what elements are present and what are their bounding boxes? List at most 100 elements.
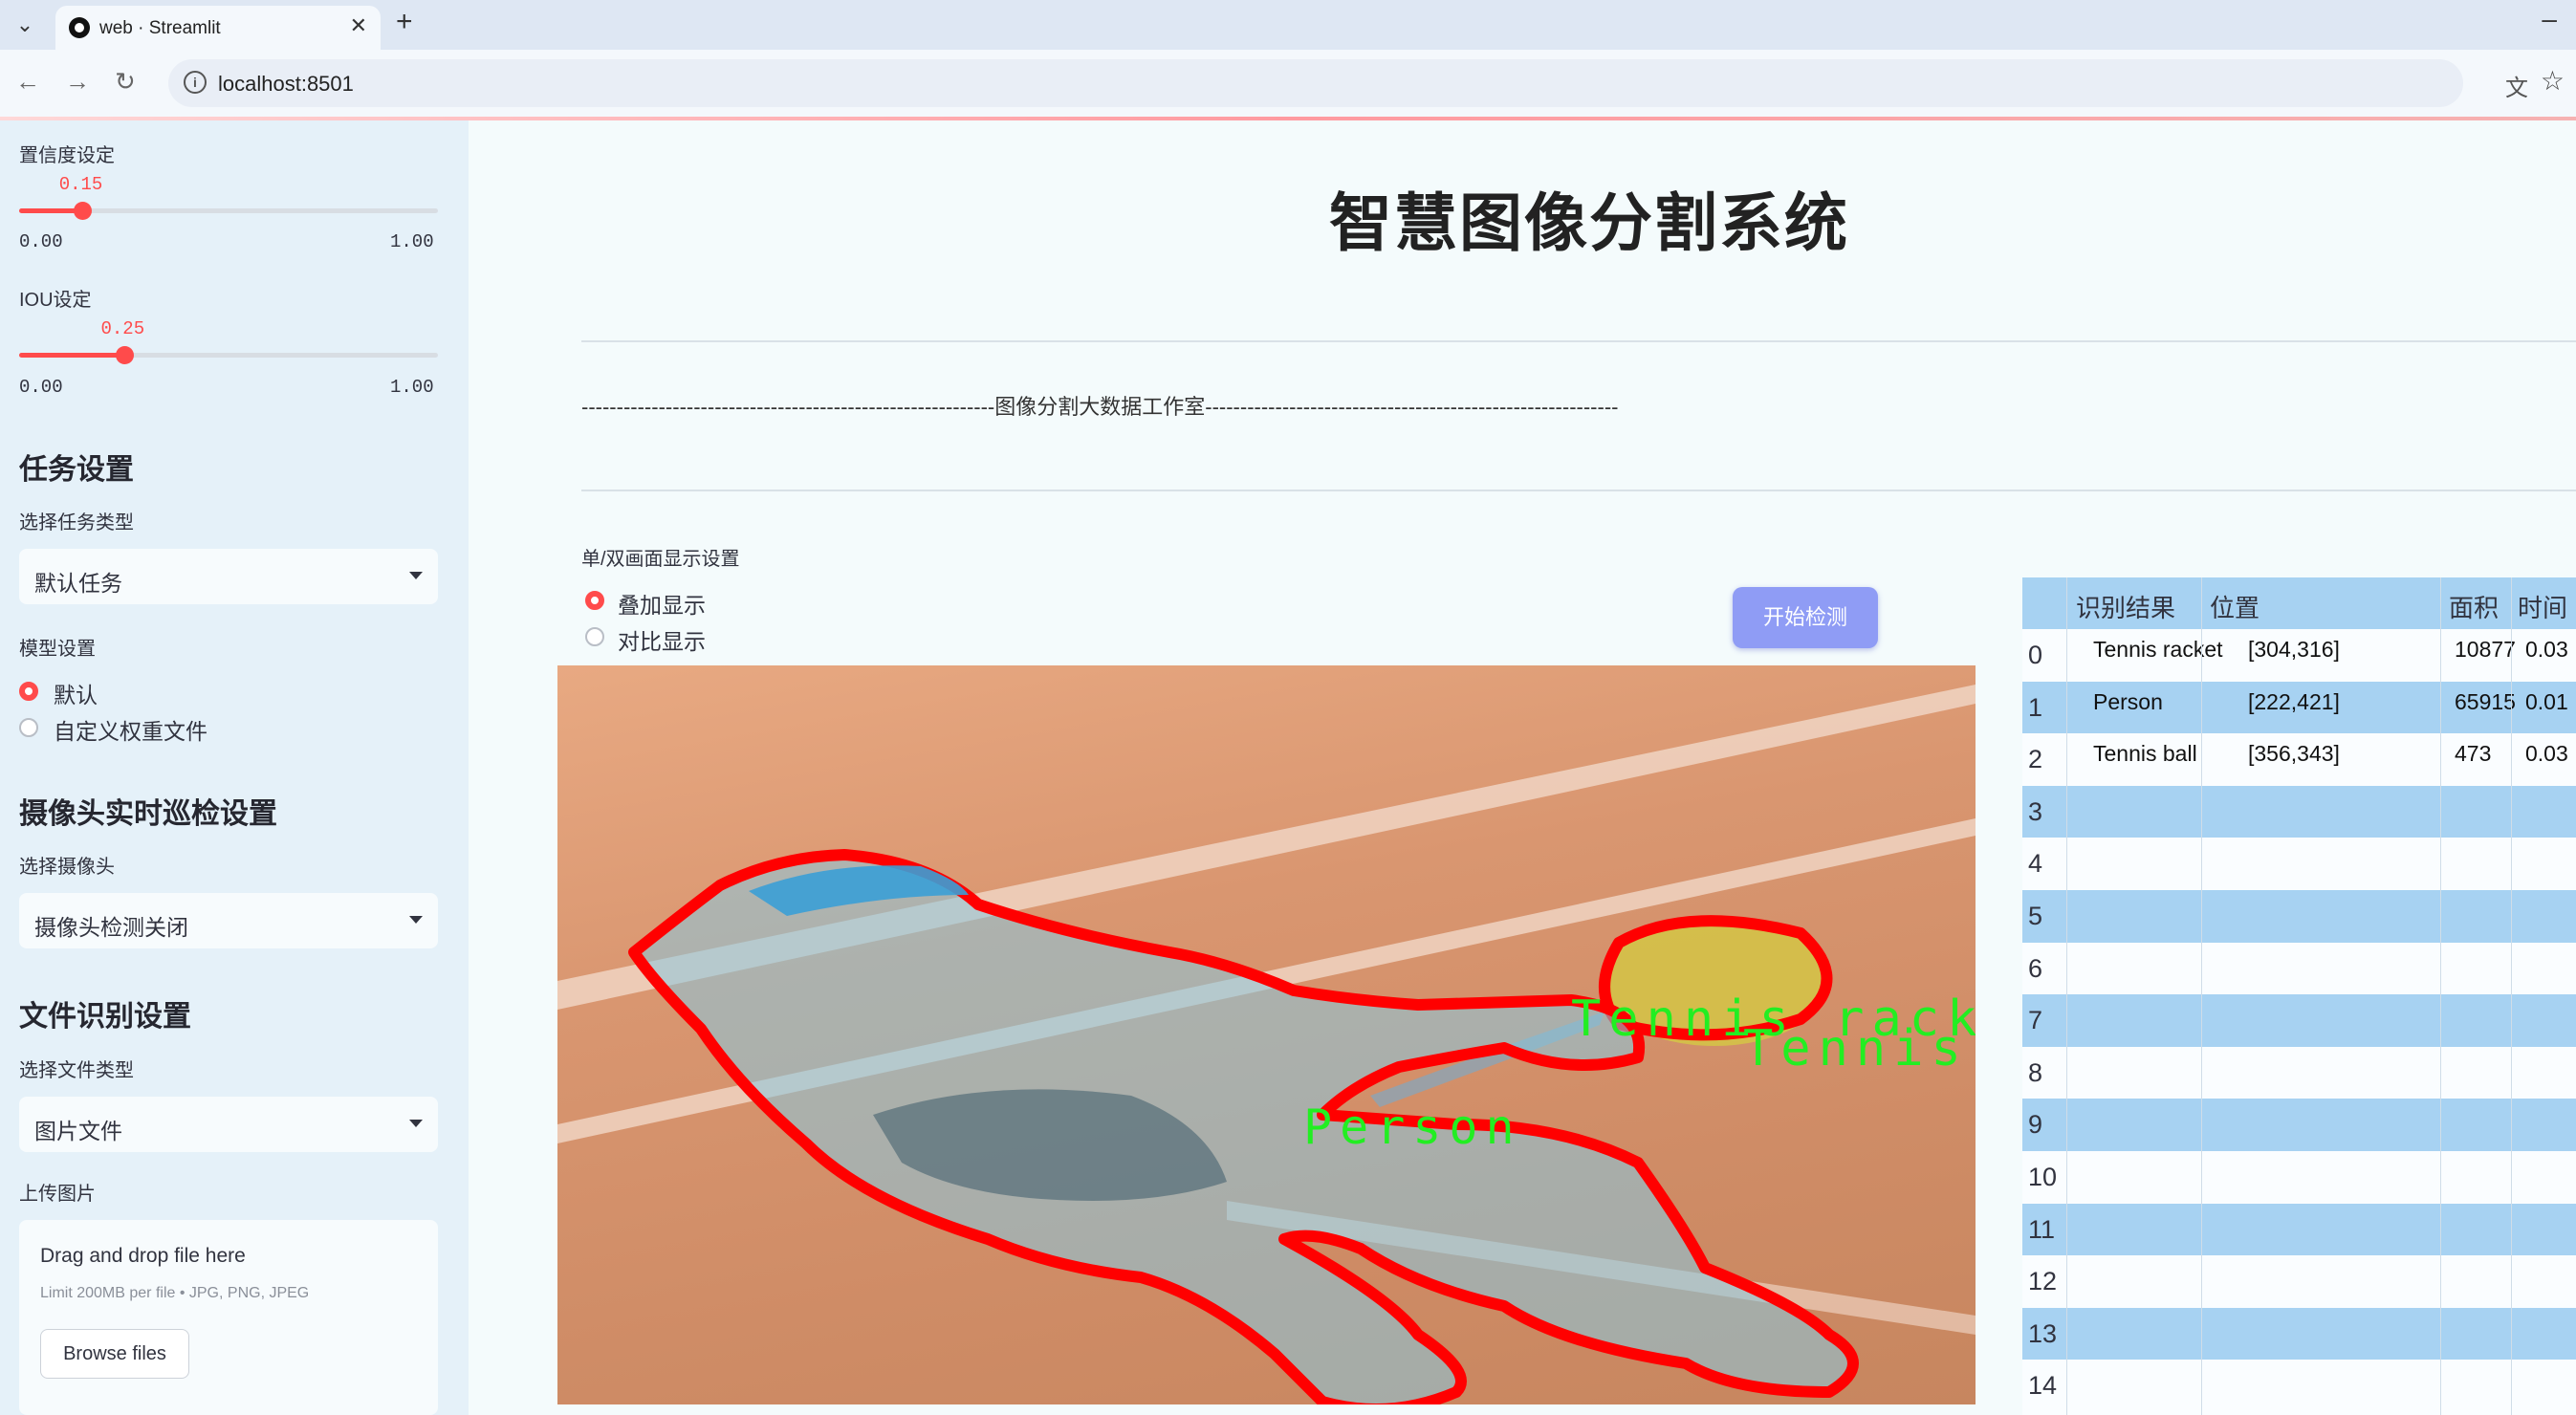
row-index: 5 [2028,902,2043,930]
col-area[interactable]: 面积 [2449,589,2499,624]
col-divider [2066,577,2067,1415]
file-dropzone[interactable]: Drag and drop file here Limit 200MB per … [19,1220,438,1415]
file-section-heading: 文件识别设置 [19,1001,191,1033]
chevron-down-icon [409,916,423,924]
model-label: 模型设置 [19,639,96,660]
divider-bottom [581,490,2576,491]
confidence-slider[interactable] [19,202,438,220]
table-row[interactable]: 5 [2022,890,2576,943]
table-row[interactable]: 8 [2022,1047,2576,1099]
iou-label: IOU设定 [19,290,92,311]
translate-icon[interactable]: 文 [2505,69,2528,102]
start-detection-button[interactable]: 开始检测 [1733,587,1878,648]
browser-tab-bar: ⌄ web · Streamlit ✕ + – [0,0,2576,50]
iou-slider[interactable] [19,346,438,364]
col-divider [2201,577,2202,1415]
col-time[interactable]: 时间 [2518,589,2567,624]
iou-value: 0.25 [100,318,145,339]
segmentation-result-image: Tennis racket Tennis ball Person [557,665,1976,1404]
row-index: 0 [2028,641,2043,669]
table-row[interactable]: 7 [2022,994,2576,1047]
confidence-max: 1.00 [390,231,434,252]
streamlit-favicon-icon [69,17,90,38]
display-option-overlay[interactable]: 叠加显示 [618,587,706,620]
row-index: 11 [2028,1214,2056,1244]
table-row[interactable]: 1 Person [222,421] 65915 0.01 [2022,681,2576,734]
table-row[interactable]: 10 [2022,1151,2576,1204]
row-index: 1 [2028,692,2043,722]
file-type-value: 图片文件 [34,1119,122,1143]
col-position[interactable]: 位置 [2210,589,2259,624]
row-index: 2 [2028,745,2043,774]
chevron-down-icon [409,1120,423,1127]
divider-top [581,340,2576,342]
row-index: 6 [2028,953,2043,983]
results-table[interactable]: 识别结果 位置 面积 时间 0 Tennis racket [304,316] 108… [2022,577,2576,1415]
back-arrow-icon[interactable]: ← [15,67,40,97]
tab-search-chevron-icon[interactable]: ⌄ [10,10,40,40]
cell-time: 0.03 [2525,637,2568,662]
row-index: 12 [2028,1267,2058,1296]
row-index: 9 [2028,1110,2043,1140]
tab-title: web · Streamlit [99,18,221,38]
row-index: 3 [2028,796,2043,826]
table-row[interactable]: 9 [2022,1099,2576,1151]
forward-arrow-icon[interactable]: → [65,67,90,97]
table-row[interactable]: 14 [2022,1360,2576,1412]
row-index: 10 [2028,1163,2058,1191]
row-index: 7 [2028,1006,2043,1035]
close-tab-icon[interactable]: ✕ [350,13,367,38]
browse-files-button[interactable]: Browse files [40,1329,189,1379]
iou-max: 1.00 [390,377,434,398]
camera-select[interactable]: 摄像头检测关闭 [19,893,438,948]
col-divider [2440,577,2441,1415]
table-row[interactable]: 13 [2022,1307,2576,1361]
file-type-select[interactable]: 图片文件 [19,1097,438,1152]
minimize-window-icon[interactable]: – [2542,4,2557,34]
table-row[interactable]: 0 Tennis racket [304,316] 10877 0.03 [2022,629,2576,682]
task-type-label: 选择任务类型 [19,512,134,533]
col-result[interactable]: 识别结果 [2076,589,2175,624]
table-row[interactable]: 6 [2022,943,2576,995]
cell-time: 0.03 [2525,741,2568,767]
studio-divider-text: ----------------------------------------… [581,395,1619,419]
url-field[interactable]: i localhost:8501 [168,59,2463,107]
segmentation-overlay: Tennis racket Tennis ball Person [557,685,1976,1404]
cell-result: Person [2093,688,2163,714]
dropzone-title: Drag and drop file here [40,1245,246,1267]
iou-slider-fill [19,353,124,358]
model-option-custom[interactable]: 自定义权重文件 [54,713,207,746]
display-radio-compare[interactable] [585,627,604,646]
reload-icon[interactable]: ↻ [115,67,136,97]
row-index: 14 [2028,1371,2058,1401]
camera-value: 摄像头检测关闭 [34,915,188,940]
site-info-icon[interactable]: i [184,71,207,94]
bookmark-star-icon[interactable]: ☆ [2541,65,2565,97]
display-option-compare[interactable]: 对比显示 [618,623,706,656]
table-row[interactable]: 4 [2022,838,2576,890]
cell-position: [222,421] [2248,688,2340,714]
camera-label: 选择摄像头 [19,857,115,878]
browser-tab[interactable]: web · Streamlit ✕ [55,6,381,50]
model-radio-custom[interactable] [19,718,38,737]
new-tab-icon[interactable]: + [396,6,413,38]
display-mode-label: 单/双画面显示设置 [581,549,740,570]
row-index: 4 [2028,849,2043,879]
url-text[interactable]: localhost:8501 [218,72,354,97]
table-row[interactable]: 3 [2022,785,2576,838]
table-row[interactable]: 2 Tennis ball [356,343] 473 0.03 [2022,733,2576,786]
model-radio-default[interactable] [19,682,38,701]
confidence-slider-thumb[interactable] [73,202,92,220]
display-radio-overlay[interactable] [585,591,604,610]
table-row[interactable]: 12 [2022,1255,2576,1308]
task-type-select[interactable]: 默认任务 [19,549,438,604]
ball-label: Tennis ball [1743,1020,1976,1078]
model-option-default[interactable]: 默认 [54,677,98,709]
iou-slider-thumb[interactable] [115,346,134,364]
cell-position: [304,316] [2248,637,2340,662]
confidence-label: 置信度设定 [19,145,115,166]
confidence-min: 0.00 [19,231,63,252]
table-row[interactable]: 11 [2022,1203,2576,1256]
iou-min: 0.00 [19,377,63,398]
confidence-value: 0.15 [58,174,103,195]
